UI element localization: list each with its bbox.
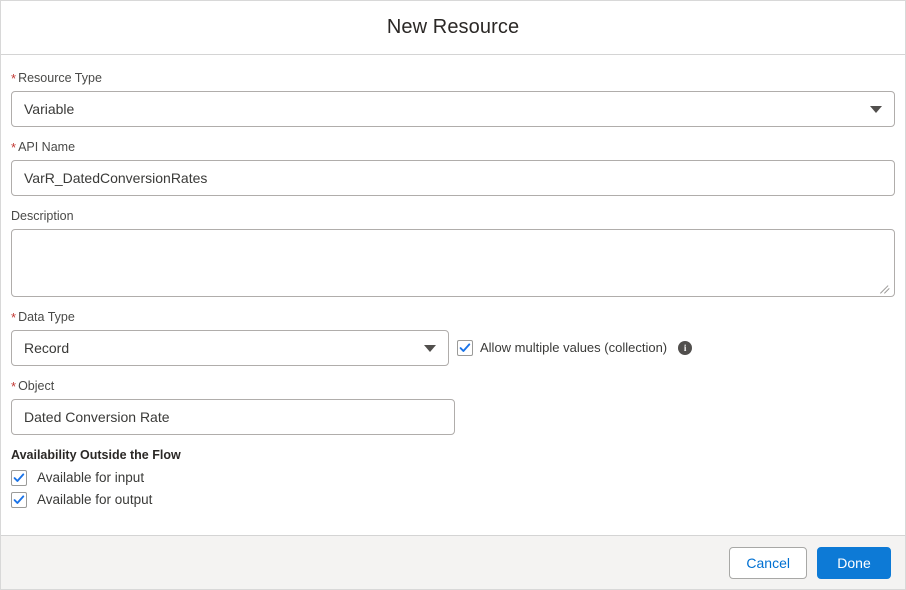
field-data-type-row: * Data Type Record Allow multiple values …: [11, 310, 895, 366]
done-button[interactable]: Done: [817, 546, 891, 579]
field-object: * Object Dated Conversion Rate: [11, 379, 455, 435]
allow-multiple-values-group: Allow multiple values (collection) i: [457, 330, 693, 366]
required-asterisk: *: [11, 71, 17, 86]
modal-header: New Resource: [1, 1, 905, 55]
available-for-output-label: Available for output: [37, 492, 153, 507]
modal-body: * Resource Type Variable * API Name VarR_D…: [1, 55, 905, 535]
availability-section-label: Availability Outside the Flow: [11, 448, 181, 462]
data-type-label-text: Data Type: [18, 310, 75, 324]
field-api-name: * API Name VarR_DatedConversionRates: [11, 140, 895, 196]
availability-section: Availability Outside the Flow Available …: [11, 448, 895, 510]
check-icon: [13, 494, 25, 504]
available-for-input-checkbox[interactable]: [11, 469, 27, 486]
field-description: Description: [11, 209, 895, 297]
description-label: Description: [11, 209, 74, 223]
page-title: New Resource: [386, 16, 520, 38]
availability-input-row[interactable]: Available for input: [11, 467, 895, 488]
required-asterisk: *: [11, 140, 17, 155]
chevron-down-icon: [870, 106, 882, 113]
object-label-text: Object: [18, 379, 55, 393]
field-resource-type: * Resource Type Variable: [11, 71, 895, 127]
data-type-select[interactable]: Record: [11, 330, 449, 366]
data-type-label: * Data Type: [11, 310, 449, 325]
new-resource-modal: New Resource * Resource Type Variable * AP…: [0, 0, 906, 590]
description-textarea[interactable]: [11, 229, 895, 297]
required-asterisk: *: [11, 379, 17, 394]
api-name-input[interactable]: VarR_DatedConversionRates: [11, 160, 895, 196]
resize-grip-icon[interactable]: [880, 282, 892, 294]
api-name-label-text: API Name: [18, 140, 76, 154]
available-for-input-label: Available for input: [37, 470, 145, 485]
object-input[interactable]: Dated Conversion Rate: [11, 399, 455, 435]
allow-multiple-values-checkbox[interactable]: [457, 339, 473, 356]
field-data-type: * Data Type Record: [11, 310, 449, 366]
modal-footer: Cancel Done: [1, 535, 905, 589]
required-asterisk: *: [11, 310, 17, 325]
chevron-down-icon: [424, 345, 436, 352]
api-name-label: * API Name: [11, 140, 895, 155]
check-icon: [13, 472, 25, 482]
check-icon: [459, 342, 471, 352]
info-icon[interactable]: i: [678, 340, 693, 355]
resource-type-value: Variable: [24, 101, 75, 117]
resource-type-label-text: Resource Type: [18, 71, 102, 85]
resource-type-select[interactable]: Variable: [11, 91, 895, 127]
cancel-button[interactable]: Cancel: [729, 546, 807, 579]
object-label: * Object: [11, 379, 455, 394]
available-for-output-checkbox[interactable]: [11, 491, 27, 508]
data-type-value: Record: [24, 340, 70, 356]
availability-output-row[interactable]: Available for output: [11, 489, 895, 510]
resource-type-label: * Resource Type: [11, 71, 895, 86]
allow-multiple-values-label: Allow multiple values (collection): [480, 340, 668, 355]
